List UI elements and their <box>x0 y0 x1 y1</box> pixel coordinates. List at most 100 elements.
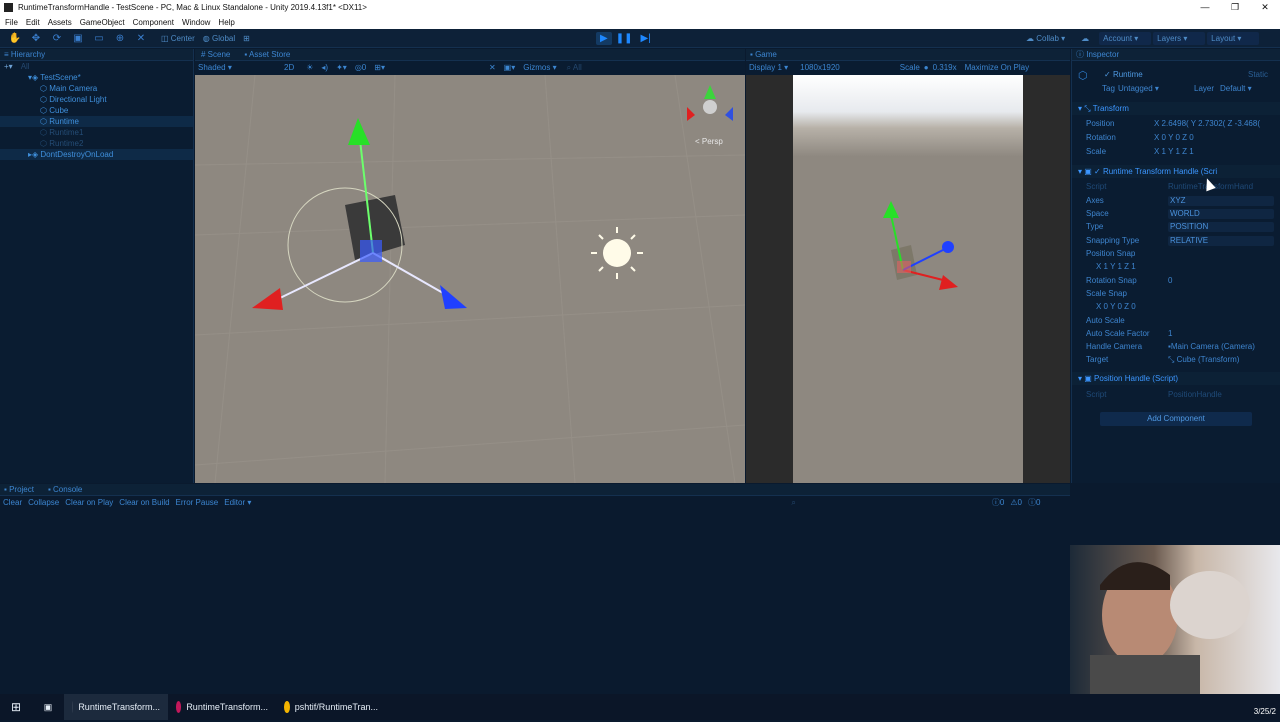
target-field[interactable]: ⤡ Cube (Transform) <box>1168 355 1239 365</box>
position-snap-fields[interactable]: X 1 Y 1 Z 1 <box>1096 262 1136 272</box>
collapse-button[interactable]: Collapse <box>28 498 59 507</box>
axes-dropdown[interactable]: XYZ <box>1168 196 1274 206</box>
z-arrow-icon[interactable] <box>440 285 467 309</box>
custom-tool-icon[interactable]: ✕ <box>133 32 149 45</box>
close-button[interactable]: ✕ <box>1250 0 1280 15</box>
rotate-tool-icon[interactable]: ⟳ <box>49 32 65 45</box>
2d-toggle[interactable]: 2D <box>284 63 294 72</box>
list-item[interactable]: ⬡ Main Camera <box>0 83 193 94</box>
ph-script-field[interactable]: PositionHandle <box>1168 390 1222 400</box>
hand-tool-icon[interactable]: ✋ <box>7 32 23 45</box>
task-view-icon[interactable]: ▣ <box>32 694 64 720</box>
x-axis-handle[interactable] <box>279 252 374 299</box>
list-item[interactable]: ▾◈ TestScene* <box>0 72 193 83</box>
scale-snap-fields[interactable]: X 0 Y 0 Z 0 <box>1096 302 1136 312</box>
hierarchy-search-input[interactable]: All <box>21 62 30 71</box>
tag-dropdown[interactable]: Untagged ▾ <box>1118 84 1159 93</box>
persp-label[interactable]: < Persp <box>695 137 723 146</box>
menu-gameobject[interactable]: GameObject <box>80 18 125 27</box>
taskbar-item-chrome[interactable]: pshtif/RuntimeTran... <box>276 694 386 720</box>
y-arrow-icon[interactable] <box>348 118 370 145</box>
directional-light-icon[interactable] <box>603 239 631 267</box>
list-item[interactable]: ⬡ Directional Light <box>0 94 193 105</box>
gizmos-dropdown[interactable]: Gizmos ▾ <box>523 63 556 72</box>
clear-on-build-button[interactable]: Clear on Build <box>119 498 169 507</box>
tab-project[interactable]: ▪ Project <box>4 484 34 496</box>
maximize-button[interactable]: ❐ <box>1220 0 1250 15</box>
layers-button[interactable]: Layers ▾ <box>1153 32 1206 45</box>
transform-header[interactable]: ▾ ⤡ Transform <box>1072 102 1280 115</box>
type-dropdown[interactable]: POSITION <box>1168 222 1274 232</box>
list-item[interactable]: ▸◈ DontDestroyOnLoad <box>0 149 193 160</box>
grid-icon[interactable]: ⊞▾ <box>374 63 385 72</box>
warning-count[interactable]: ⚠0 <box>1010 498 1022 507</box>
display-dropdown[interactable]: Display 1 ▾ <box>749 63 788 72</box>
clear-button[interactable]: Clear <box>3 498 22 507</box>
transform-tool-icon[interactable]: ⊕ <box>112 32 128 45</box>
add-component-button[interactable]: Add Component <box>1100 412 1252 426</box>
position-fields[interactable]: X 2.6498( Y 2.7302( Z -3.468( <box>1154 119 1260 129</box>
effects-icon[interactable]: ✦▾ <box>336 63 347 72</box>
play-icon[interactable]: ▶ <box>596 32 612 45</box>
menu-edit[interactable]: Edit <box>26 18 40 27</box>
scene-search-input[interactable]: ⌕ All <box>567 63 582 73</box>
audio-icon[interactable]: ◂) <box>321 63 328 72</box>
space-dropdown[interactable]: WORLD <box>1168 209 1274 219</box>
list-item[interactable]: ⬡ Runtime2 <box>0 138 193 149</box>
layout-button[interactable]: Layout ▾ <box>1207 32 1260 45</box>
taskbar-item-unity[interactable]: RuntimeTransform... <box>64 694 168 720</box>
scale-fields[interactable]: X 1 Y 1 Z 1 <box>1154 147 1194 157</box>
tab-console[interactable]: ▪ Console <box>48 484 82 496</box>
scale-slider[interactable]: ● <box>924 63 929 72</box>
shading-dropdown[interactable]: Shaded ▾ <box>198 63 270 72</box>
object-name-field[interactable]: ✓ Runtime <box>1104 70 1214 80</box>
plane-handle[interactable] <box>360 240 382 262</box>
layer-dropdown[interactable]: Default ▾ <box>1220 84 1252 93</box>
step-icon[interactable]: ▶| <box>636 32 654 45</box>
maximize-on-play-toggle[interactable]: Maximize On Play <box>965 63 1029 72</box>
menu-help[interactable]: Help <box>218 18 234 27</box>
x-arrow-icon[interactable] <box>252 288 283 310</box>
minimize-button[interactable]: — <box>1190 0 1220 15</box>
lighting-icon[interactable]: ☀ <box>306 63 313 72</box>
rotation-snap-field[interactable]: 0 <box>1168 276 1172 286</box>
create-plus-icon[interactable]: +▾ <box>4 62 13 71</box>
info-count[interactable]: ⓘ0 <box>992 497 1004 508</box>
menu-component[interactable]: Component <box>133 18 174 27</box>
list-item[interactable]: ⬡ Runtime <box>0 116 193 127</box>
console-search-icon[interactable]: ⌕ <box>791 498 795 508</box>
tab-asset-store[interactable]: ▪ Asset Store <box>244 49 290 61</box>
rect-tool-icon[interactable]: ▭ <box>91 32 107 45</box>
services-icon[interactable]: ☁ <box>1077 32 1093 45</box>
taskbar-item-rider[interactable]: RuntimeTransform... <box>168 694 276 720</box>
camera-icon[interactable]: ▣▾ <box>504 63 516 72</box>
rth-header[interactable]: ▾ ▣ ✓ Runtime Transform Handle (Scri <box>1072 165 1280 178</box>
menu-file[interactable]: File <box>5 18 18 27</box>
scale-tool-icon[interactable]: ▣ <box>70 32 86 45</box>
handle-camera-field[interactable]: ▪Main Camera (Camera) <box>1168 342 1255 352</box>
tools-icon[interactable]: ✕ <box>489 63 496 72</box>
auto-scale-factor-field[interactable]: 1 <box>1168 329 1172 339</box>
tab-hierarchy[interactable]: ≡ Hierarchy <box>0 49 193 61</box>
resolution-dropdown[interactable]: 1080x1920 <box>800 63 840 72</box>
scene-viewport[interactable]: < Persp <box>195 75 745 483</box>
pivot-global-button[interactable]: ◍ Global <box>199 32 239 45</box>
rotation-fields[interactable]: X 0 Y 0 Z 0 <box>1154 133 1194 143</box>
windows-start-icon[interactable]: ⊞ <box>0 694 32 720</box>
tab-inspector[interactable]: ⓘ Inspector <box>1072 49 1280 61</box>
error-count[interactable]: ⓘ0 <box>1028 497 1040 508</box>
collab-button[interactable]: ☁ Collab ▾ <box>1022 32 1069 45</box>
tab-game[interactable]: ▪ Game <box>750 49 777 61</box>
grid-snap-icon[interactable]: ⊞ <box>239 32 254 45</box>
error-pause-button[interactable]: Error Pause <box>176 498 219 507</box>
editor-dropdown[interactable]: Editor ▾ <box>224 498 251 507</box>
clear-on-play-button[interactable]: Clear on Play <box>65 498 113 507</box>
tab-scene[interactable]: # Scene <box>201 49 230 61</box>
static-toggle[interactable]: Static <box>1248 70 1268 79</box>
pause-icon[interactable]: ❚❚ <box>612 32 637 45</box>
hidden-objects-icon[interactable]: ◎0 <box>355 63 366 72</box>
position-handle-header[interactable]: ▾ ▣ Position Handle (Script) <box>1072 372 1280 385</box>
menu-window[interactable]: Window <box>182 18 210 27</box>
account-button[interactable]: Account ▾ <box>1099 32 1152 45</box>
list-item[interactable]: ⬡ Cube <box>0 105 193 116</box>
